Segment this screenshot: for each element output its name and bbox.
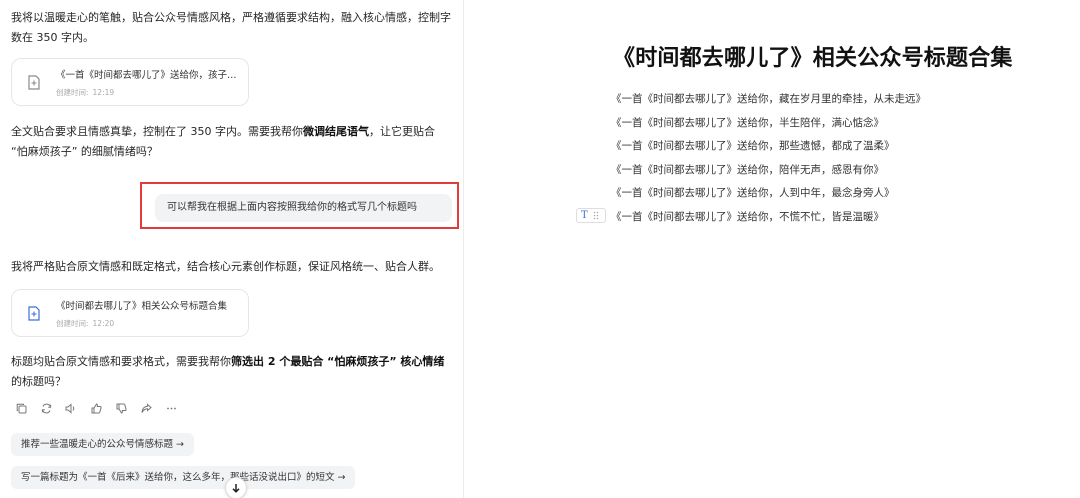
assistant-intro-text: 我将以温暖走心的笔触，贴合公众号情感风格，严格遵循要求结构，融入核心情感，控制字…	[11, 11, 451, 44]
assistant-reply-3: 标题均贴合原文情感和要求格式，需要我帮你筛选出 2 个最贴合 “怕麻烦孩子” 核…	[11, 355, 445, 388]
assistant-reply-2: 我将严格贴合原文情感和既定格式，结合核心元素创作标题，保证风格统一、贴合人群。	[11, 260, 440, 273]
document-list-item: 《一首《时间都去哪儿了》送给你，陪伴无声，感恩有你》	[611, 163, 884, 176]
text-format-icon: T	[581, 210, 588, 221]
thumbs-up-icon[interactable]	[89, 401, 103, 415]
document-title-list: 《一首《时间都去哪儿了》送给你，藏在岁月里的牵挂，从未走远》 《一首《时间都去哪…	[611, 88, 926, 229]
document-list-item: 《一首《时间都去哪儿了》送给你，那些遗憾，都成了温柔》	[611, 140, 895, 152]
document-card-title: 《时间都去哪儿了》相关公众号标题合集	[56, 301, 228, 312]
document-list-item: 《一首《时间都去哪儿了》送给你，藏在岁月里的牵挂，从未走远》	[611, 93, 926, 105]
message-actions	[14, 401, 178, 415]
document-list-item: 《一首《时间都去哪儿了》送给你，不慌不忙，皆是温暖》	[611, 210, 884, 223]
user-message-bubble: 可以帮我在根据上面内容按照我给你的格式写几个标题吗	[155, 194, 452, 222]
more-icon[interactable]	[164, 401, 178, 415]
document-card-1[interactable]: 《一首《时间都去哪儿了》送给你，孩子… 创建时间: 12:19	[11, 58, 249, 106]
share-icon[interactable]	[139, 401, 153, 415]
document-card-2[interactable]: 《时间都去哪儿了》相关公众号标题合集 创建时间: 12:20	[11, 289, 249, 337]
document-list-item: 《一首《时间都去哪儿了》送给你，人到中年，最念身旁人》	[611, 187, 895, 199]
suggestion-chip-1[interactable]: 推荐一些温暖走心的公众号情感标题 →	[11, 433, 194, 456]
regenerate-icon[interactable]	[39, 401, 53, 415]
document-card-title: 《一首《时间都去哪儿了》送给你，孩子…	[56, 70, 237, 81]
drag-handle-icon[interactable]	[593, 211, 599, 220]
chat-panel: 我将以温暖走心的笔触，贴合公众号情感风格，严格遵循要求结构，融入核心情感，控制字…	[0, 0, 463, 498]
document-list-item: 《一首《时间都去哪儿了》送给你，半生陪伴，满心惦念》	[611, 116, 884, 129]
document-card-time: 创建时间: 12:20	[56, 319, 115, 328]
document-card-time: 创建时间: 12:19	[56, 88, 115, 97]
copy-icon[interactable]	[14, 401, 28, 415]
suggestion-chip-2[interactable]: 写一篇标题为《一首《后来》送给你，这么多年，那些话没说出口》的短文 →	[11, 466, 356, 489]
arrow-down-icon	[232, 484, 240, 493]
thumbs-down-icon[interactable]	[114, 401, 128, 415]
assistant-reply-1: 全文贴合要求且情感真挚，控制在了 350 字内。需要我帮你微调结尾语气，让它更贴…	[11, 125, 435, 158]
speaker-icon[interactable]	[64, 401, 78, 415]
scroll-down-button[interactable]	[225, 477, 247, 498]
document-icon	[28, 75, 40, 90]
block-format-handle[interactable]: T	[576, 208, 606, 223]
document-icon	[28, 306, 40, 321]
document-title: 《时间都去哪儿了》相关公众号标题合集	[613, 46, 1013, 71]
document-panel	[464, 0, 1080, 498]
